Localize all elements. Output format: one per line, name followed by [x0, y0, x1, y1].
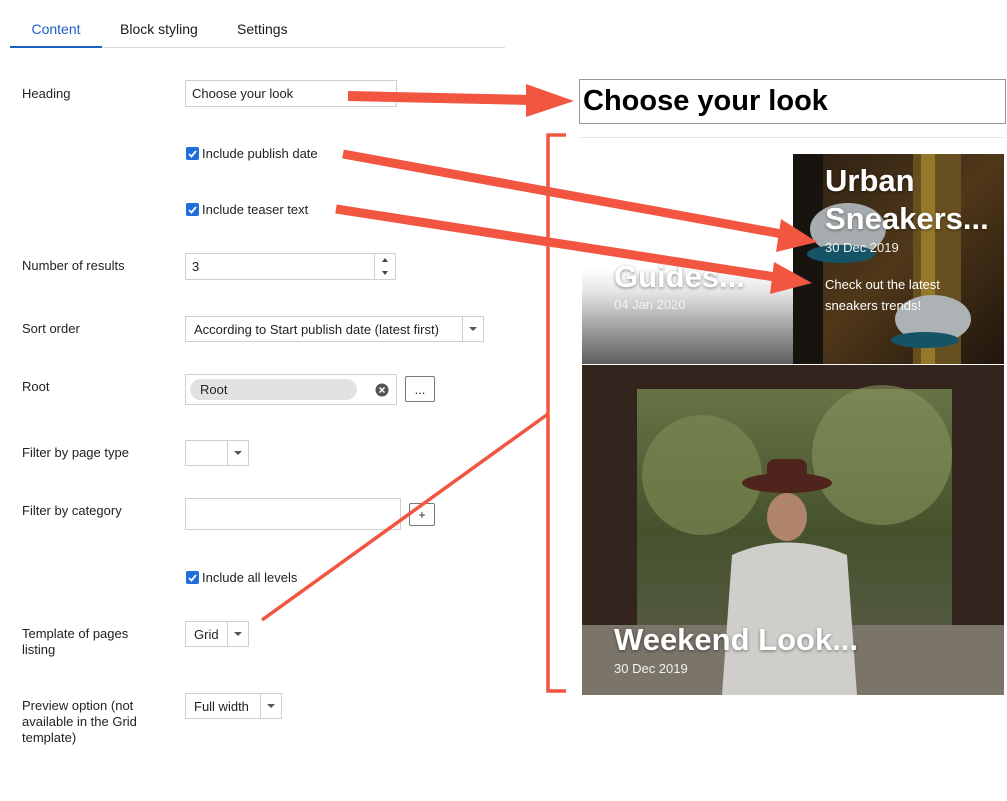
- tab-content[interactable]: Content: [10, 10, 102, 48]
- number-of-results-label: Number of results: [22, 258, 125, 273]
- divider: [580, 137, 1004, 138]
- number-of-results-value: 3: [192, 259, 200, 274]
- include-teaser-text-label: Include teaser text: [202, 202, 309, 217]
- add-category-button[interactable]: +: [409, 503, 435, 526]
- filter-category-input[interactable]: [185, 498, 401, 530]
- card-title: Guides...: [614, 259, 745, 294]
- template-select[interactable]: Grid: [185, 621, 249, 647]
- include-all-levels-checkbox[interactable]: Include all levels: [186, 570, 297, 585]
- template-label-line2: listing: [22, 642, 56, 657]
- filter-category-label: Filter by category: [22, 503, 122, 518]
- preview-label-line1: Preview option (not: [22, 698, 134, 713]
- root-chip: Root: [190, 379, 357, 400]
- template-value: Grid: [194, 626, 219, 642]
- chevron-down-icon[interactable]: [462, 317, 483, 341]
- root-picker[interactable]: Root: [185, 374, 397, 405]
- stepper-down-icon[interactable]: [375, 267, 395, 280]
- preview-heading: Choose your look: [579, 79, 1006, 124]
- checkbox-checked-icon: [186, 203, 199, 216]
- heading-input-value: Choose your look: [192, 86, 294, 101]
- tab-block-styling[interactable]: Block styling: [120, 10, 198, 46]
- tab-bar: Content Block styling Settings: [10, 10, 505, 48]
- filter-page-type-select[interactable]: [185, 440, 249, 466]
- template-label: Template of pages listing: [22, 626, 128, 658]
- card-title: Weekend Look...: [614, 622, 859, 657]
- preview-label-line3: template): [22, 730, 77, 745]
- root-browse-button[interactable]: ...: [405, 376, 435, 402]
- root-label: Root: [22, 379, 50, 394]
- sort-order-value: According to Start publish date (latest …: [194, 321, 439, 337]
- card-title-line2: Sneakers...: [825, 201, 989, 236]
- heading-input[interactable]: Choose your look: [185, 80, 397, 107]
- include-publish-date-checkbox[interactable]: Include publish date: [186, 146, 318, 161]
- sort-order-select[interactable]: According to Start publish date (latest …: [185, 316, 484, 342]
- number-of-results-input[interactable]: 3: [185, 253, 396, 280]
- card-teaser-line2: sneakers trends!: [825, 298, 922, 313]
- root-chip-label: Root: [200, 382, 228, 397]
- include-teaser-text-checkbox[interactable]: Include teaser text: [186, 202, 308, 217]
- sort-order-label: Sort order: [22, 321, 80, 336]
- number-stepper[interactable]: [374, 254, 395, 279]
- chevron-down-icon[interactable]: [260, 694, 281, 718]
- checkbox-checked-icon: [186, 571, 199, 584]
- annotation-bracket: [546, 133, 566, 693]
- preview-option-label: Preview option (not available in the Gri…: [22, 698, 137, 746]
- include-publish-date-label: Include publish date: [202, 146, 318, 161]
- template-label-line1: Template of pages: [22, 626, 129, 641]
- card-guides[interactable]: Guides... 04 Jan 2020: [582, 232, 794, 364]
- tab-settings[interactable]: Settings: [237, 10, 288, 46]
- chevron-down-icon[interactable]: [227, 622, 248, 646]
- card-weekend-look[interactable]: Weekend Look... 30 Dec 2019: [582, 365, 1004, 695]
- card-teaser-line1: Check out the latest: [825, 277, 940, 292]
- heading-label: Heading: [22, 86, 71, 101]
- card-urban-sneakers[interactable]: Urban Sneakers... 30 Dec 2019 Check out …: [793, 154, 1004, 364]
- chevron-down-icon[interactable]: [227, 441, 248, 465]
- filter-page-type-label: Filter by page type: [22, 445, 129, 460]
- card-date: 04 Jan 2020: [614, 297, 686, 312]
- clear-icon[interactable]: [375, 383, 389, 400]
- preview-option-select[interactable]: Full width: [185, 693, 282, 719]
- card-title-line1: Urban: [825, 163, 915, 198]
- stepper-up-icon[interactable]: [375, 254, 395, 267]
- preview-label-line2: available in the Grid: [22, 714, 137, 729]
- preview-option-value: Full width: [194, 698, 249, 714]
- include-all-levels-label: Include all levels: [202, 570, 298, 585]
- card-date: 30 Dec 2019: [825, 240, 899, 255]
- card-date: 30 Dec 2019: [614, 661, 688, 676]
- checkbox-checked-icon: [186, 147, 199, 160]
